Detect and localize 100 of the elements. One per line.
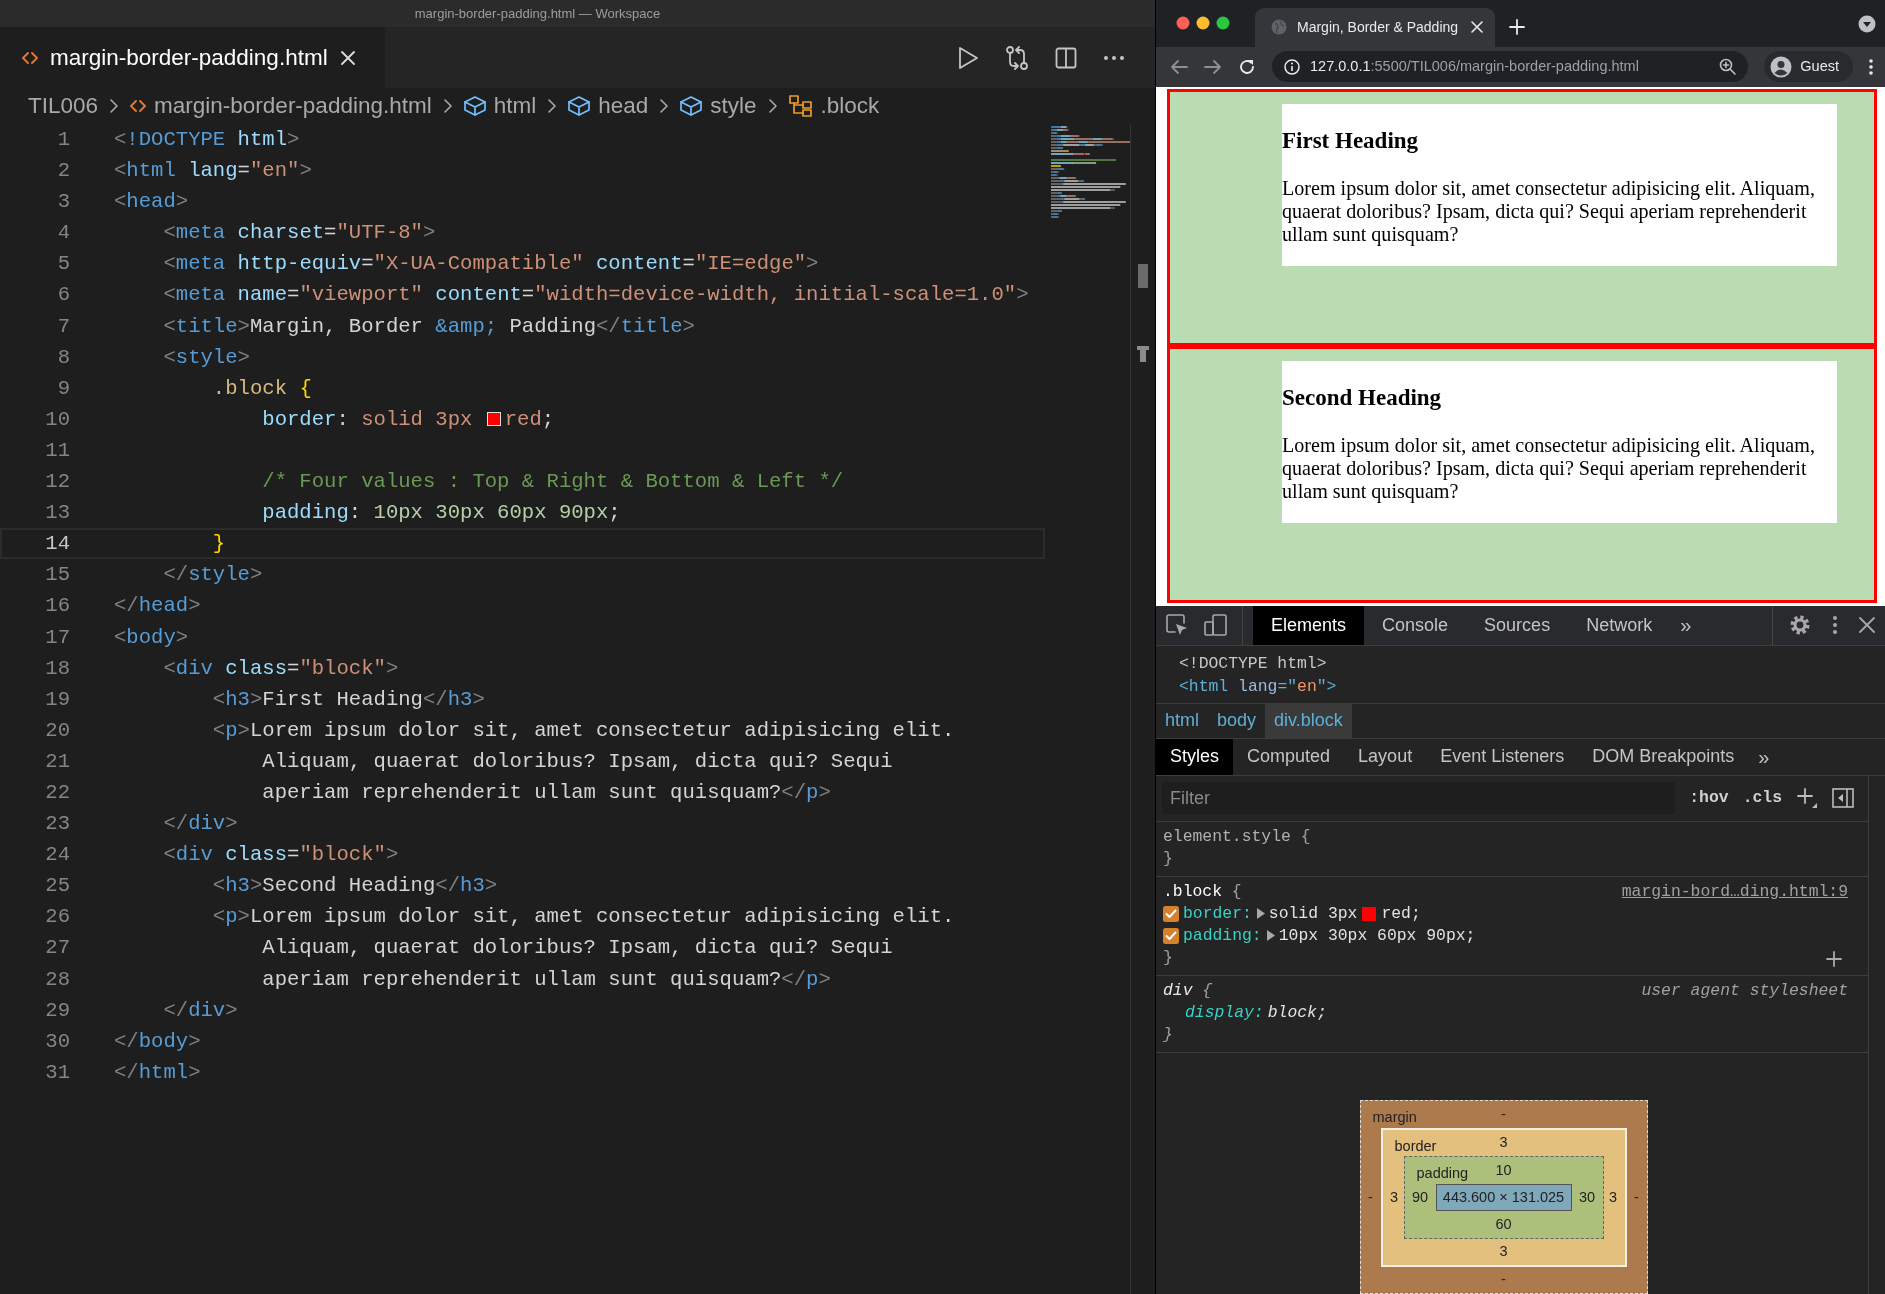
more-icon[interactable] [1869, 58, 1873, 75]
line-number: 6 [56, 282, 70, 309]
browser-tab[interactable]: Margin, Border & Padding [1255, 7, 1495, 47]
hover-state-button[interactable]: :hov [1689, 786, 1729, 811]
breadcrumb-item[interactable]: TIL006 [28, 89, 99, 123]
line-number: 27 [44, 935, 70, 962]
chevron-icon [547, 98, 558, 114]
run-icon[interactable] [957, 45, 979, 70]
code-text: border: solid 3px [261, 406, 474, 433]
compare-icon[interactable] [1005, 44, 1029, 71]
devtools-tab[interactable]: Sources [1466, 606, 1569, 645]
editor-tab[interactable]: margin-border-padding.html [0, 27, 385, 88]
window-minimize-button[interactable] [1196, 16, 1210, 31]
code-text: Aliquam, quaerat doloribus? Ipsam, dicta qui? Sequi [261, 748, 893, 775]
block-heading: First Heading [1282, 127, 1420, 156]
window-zoom-button[interactable] [1216, 16, 1230, 31]
code-text: <head> [114, 189, 189, 216]
devtools-tab[interactable]: Elements [1253, 606, 1365, 645]
more-icon[interactable] [1103, 54, 1125, 61]
line-number: 10 [44, 406, 70, 433]
sidebar-tab[interactable]: DOM Breakpoints [1578, 739, 1749, 775]
code-text: <!DOCTYPE html> [114, 127, 300, 153]
settings-icon[interactable] [1789, 614, 1811, 637]
code-text: <style> [162, 344, 250, 371]
code-text: aperiam reprehenderit ullam sunt quisquam?</p> [261, 779, 831, 806]
new-rule-icon[interactable] [1796, 787, 1818, 810]
ruler-mark [1137, 346, 1149, 362]
address-field[interactable]: 127.0.0.1:5500/TIL006/margin-border-padding.html [1272, 51, 1749, 83]
color-swatch[interactable] [1361, 906, 1378, 922]
box-value: 90 [1410, 1187, 1430, 1207]
globe-icon [1271, 19, 1287, 36]
property-value: red; [1381, 903, 1421, 925]
code-text: <meta http-equiv="X-UA-Compatible" content="IE=edge"> [162, 251, 819, 278]
plus-icon[interactable] [1826, 951, 1842, 967]
dom-node[interactable]: <!DOCTYPE html> [1179, 654, 1327, 673]
chevron-icon [659, 98, 670, 114]
code-text: </div> [162, 811, 238, 838]
window-close-button[interactable] [1176, 16, 1190, 31]
dom-node[interactable]: <html lang="en"> [1179, 677, 1337, 696]
expand-triangle-icon[interactable] [1265, 930, 1275, 942]
checkbox[interactable] [1163, 928, 1179, 944]
sidebar-tab[interactable]: Event Listeners [1426, 739, 1579, 775]
expand-triangle-icon[interactable] [1255, 908, 1265, 920]
close-icon[interactable] [1859, 617, 1875, 634]
device-icon[interactable] [1204, 614, 1228, 637]
sidebar-toggle-icon[interactable] [1832, 788, 1854, 809]
avatar-icon [1770, 55, 1793, 78]
box-value: 3 [1607, 1187, 1619, 1207]
code-brackets-icon [22, 50, 38, 65]
chevron-icon [767, 98, 778, 114]
devtools-tab[interactable]: Console [1364, 606, 1467, 645]
code-text: <p>Lorem ipsum dolor sit, amet consectetur adipisicing elit. [211, 717, 955, 744]
line-number: 4 [56, 220, 70, 247]
more-tabs-button[interactable]: » [1670, 606, 1702, 645]
structure-icon [788, 95, 813, 117]
line-number: 5 [56, 251, 70, 278]
more-tabs-button[interactable]: » [1748, 739, 1780, 775]
code-text: <div class="block"> [162, 842, 399, 869]
line-number: 20 [44, 717, 70, 744]
reload-icon[interactable] [1238, 57, 1256, 76]
css-selector: element.style { [1163, 826, 1311, 848]
devtools-tab[interactable]: Network [1568, 606, 1671, 645]
closing-brace: } [1163, 849, 1173, 868]
code-text: </html> [114, 1059, 201, 1086]
chevron-icon [109, 98, 120, 114]
breadcrumb-item[interactable]: div.block [1265, 704, 1352, 738]
inspect-icon[interactable] [1166, 614, 1188, 637]
scrollbar-thumb[interactable] [1138, 264, 1148, 288]
forward-arrow-icon[interactable] [1204, 58, 1222, 75]
breadcrumb-item[interactable]: .block [820, 89, 880, 123]
property-name: border: [1183, 903, 1252, 925]
source-link[interactable]: margin-bord…ding.html:9 [1621, 881, 1848, 903]
code-text: <div class="block"> [162, 655, 399, 682]
sidebar-tab[interactable]: Computed [1233, 739, 1345, 775]
checkbox[interactable] [1163, 906, 1179, 922]
line-number: 15 [44, 562, 70, 589]
box-value: 60 [1494, 1214, 1513, 1234]
code-text: </body> [114, 1028, 201, 1055]
box-label: border [1394, 1137, 1437, 1156]
breadcrumb-item[interactable]: head [598, 89, 649, 123]
split-editor-icon[interactable] [1055, 46, 1077, 69]
box-value: 10 [1495, 1160, 1512, 1180]
zoom-icon[interactable] [1719, 58, 1737, 76]
more-icon[interactable] [1833, 616, 1837, 635]
cube-icon [568, 96, 591, 116]
sidebar-tab[interactable]: Layout [1344, 739, 1427, 775]
line-number: 17 [44, 624, 70, 651]
class-button[interactable]: .cls [1742, 786, 1782, 811]
dropdown-icon[interactable] [1858, 14, 1876, 33]
breadcrumb-item[interactable]: body [1208, 704, 1266, 738]
back-arrow-icon[interactable] [1170, 58, 1188, 75]
breadcrumb-item[interactable]: html [1156, 704, 1208, 738]
breadcrumb-item[interactable]: style [710, 89, 757, 123]
breadcrumb-item[interactable]: html [493, 89, 537, 123]
breadcrumb-item[interactable]: margin-border-padding.html [154, 89, 432, 123]
code-brackets-icon [130, 99, 147, 113]
block-paragraph: Lorem ipsum dolor sit, amet consectetur adipisicing elit. Aliquam, quaerat doloribus? Ipsam, dicta qui? Sequi aperiam reprehenderit ullam sunt quisquam? [1282, 177, 1816, 247]
sidebar-tab[interactable]: Styles [1156, 739, 1234, 775]
filter-field[interactable]: Filter [1162, 782, 1676, 815]
profile-button[interactable]: Guest [1764, 51, 1853, 83]
